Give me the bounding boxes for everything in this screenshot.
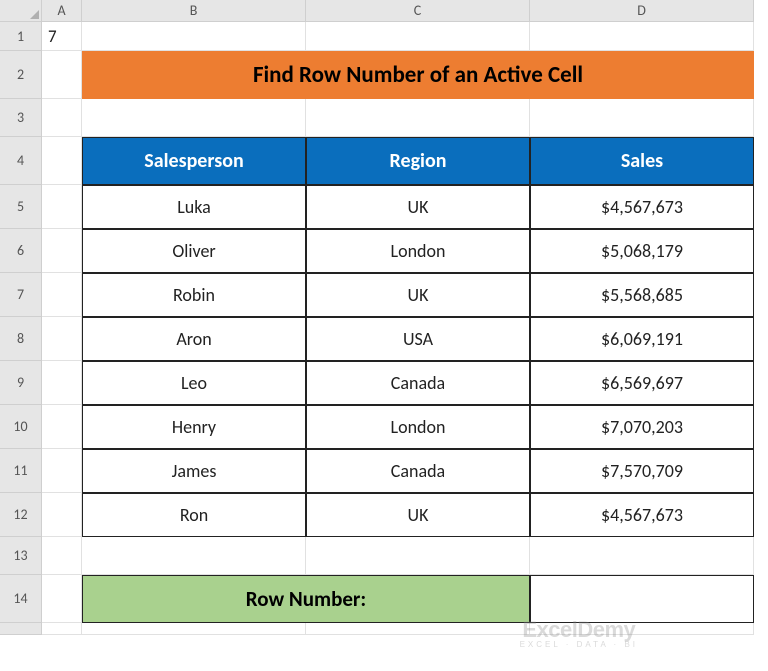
- table-row[interactable]: Oliver: [82, 229, 306, 273]
- table-row[interactable]: Robin: [82, 273, 306, 317]
- cell-A15[interactable]: [42, 623, 82, 635]
- cell-A11[interactable]: [42, 449, 82, 493]
- cell-C3[interactable]: [306, 99, 530, 137]
- table-row[interactable]: $7,070,203: [530, 405, 754, 449]
- table-row[interactable]: $6,569,697: [530, 361, 754, 405]
- table-row[interactable]: $5,068,179: [530, 229, 754, 273]
- cell-A14[interactable]: [42, 575, 82, 623]
- row-header-12[interactable]: 12: [0, 493, 42, 537]
- cell-A9[interactable]: [42, 361, 82, 405]
- table-row[interactable]: London: [306, 229, 530, 273]
- cell-B3[interactable]: [82, 99, 306, 137]
- th-sales[interactable]: Sales: [530, 137, 754, 185]
- col-header-C[interactable]: C: [306, 0, 530, 22]
- table-row[interactable]: Leo: [82, 361, 306, 405]
- row-number-value[interactable]: [530, 575, 754, 623]
- table-row[interactable]: James: [82, 449, 306, 493]
- table-row[interactable]: $7,570,709: [530, 449, 754, 493]
- table-row[interactable]: Canada: [306, 361, 530, 405]
- table-row[interactable]: Luka: [82, 185, 306, 229]
- row-header-11[interactable]: 11: [0, 449, 42, 493]
- cell-D3[interactable]: [530, 99, 754, 137]
- title-banner[interactable]: Find Row Number of an Active Cell: [82, 51, 754, 99]
- cell-D15[interactable]: [530, 623, 754, 635]
- table-row[interactable]: $4,567,673: [530, 493, 754, 537]
- col-header-A[interactable]: A: [42, 0, 82, 22]
- select-all-corner[interactable]: [0, 0, 42, 22]
- table-row[interactable]: Aron: [82, 317, 306, 361]
- row-number-label[interactable]: Row Number:: [82, 575, 530, 623]
- row-header-1[interactable]: 1: [0, 22, 42, 51]
- table-row[interactable]: UK: [306, 185, 530, 229]
- row-header-4[interactable]: 4: [0, 137, 42, 185]
- th-region[interactable]: Region: [306, 137, 530, 185]
- cell-A12[interactable]: [42, 493, 82, 537]
- cell-A1[interactable]: 7: [42, 22, 82, 51]
- table-row[interactable]: Henry: [82, 405, 306, 449]
- table-row[interactable]: UK: [306, 273, 530, 317]
- cell-B15[interactable]: [82, 623, 306, 635]
- cell-A10[interactable]: [42, 405, 82, 449]
- table-row[interactable]: $4,567,673: [530, 185, 754, 229]
- watermark-tagline: EXCEL · DATA · BI: [520, 641, 638, 649]
- table-row[interactable]: Ron: [82, 493, 306, 537]
- row-header-10[interactable]: 10: [0, 405, 42, 449]
- spreadsheet-grid[interactable]: A B C D 1 7 2 Find Row Number of an Acti…: [0, 0, 768, 635]
- col-header-D[interactable]: D: [530, 0, 754, 22]
- table-row[interactable]: UK: [306, 493, 530, 537]
- cell-B13[interactable]: [82, 537, 306, 575]
- row-header-14[interactable]: 14: [0, 575, 42, 623]
- cell-A13[interactable]: [42, 537, 82, 575]
- cell-A2[interactable]: [42, 51, 82, 99]
- cell-C13[interactable]: [306, 537, 530, 575]
- th-salesperson[interactable]: Salesperson: [82, 137, 306, 185]
- table-row[interactable]: Canada: [306, 449, 530, 493]
- row-header-8[interactable]: 8: [0, 317, 42, 361]
- row-header-3[interactable]: 3: [0, 99, 42, 137]
- row-header-7[interactable]: 7: [0, 273, 42, 317]
- cell-A7[interactable]: [42, 273, 82, 317]
- cell-B1[interactable]: [82, 22, 306, 51]
- cell-A3[interactable]: [42, 99, 82, 137]
- cell-D1[interactable]: [530, 22, 754, 51]
- cell-A6[interactable]: [42, 229, 82, 273]
- row-header-5[interactable]: 5: [0, 185, 42, 229]
- table-row[interactable]: $5,568,685: [530, 273, 754, 317]
- cell-D13[interactable]: [530, 537, 754, 575]
- row-header-2[interactable]: 2: [0, 51, 42, 99]
- cell-A8[interactable]: [42, 317, 82, 361]
- row-header-15[interactable]: [0, 623, 42, 635]
- cell-A4[interactable]: [42, 137, 82, 185]
- cell-A5[interactable]: [42, 185, 82, 229]
- cell-C1[interactable]: [306, 22, 530, 51]
- col-header-B[interactable]: B: [82, 0, 306, 22]
- row-header-6[interactable]: 6: [0, 229, 42, 273]
- table-row[interactable]: $6,069,191: [530, 317, 754, 361]
- cell-C15[interactable]: [306, 623, 530, 635]
- table-row[interactable]: London: [306, 405, 530, 449]
- table-row[interactable]: USA: [306, 317, 530, 361]
- row-header-9[interactable]: 9: [0, 361, 42, 405]
- row-header-13[interactable]: 13: [0, 537, 42, 575]
